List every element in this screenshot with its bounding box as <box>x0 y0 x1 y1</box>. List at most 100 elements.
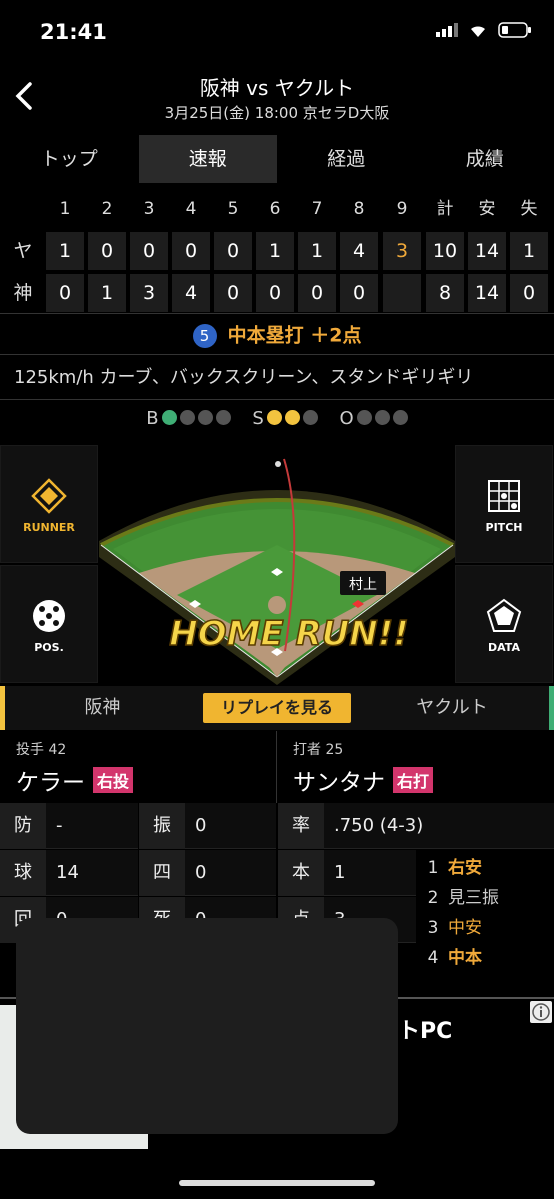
stat-key: 球 <box>0 850 46 896</box>
scoreboard-column-header: 4 <box>185 199 197 219</box>
stat-key: 率 <box>278 803 324 849</box>
score-cell: 14 <box>468 274 506 312</box>
score-cell: 1 <box>510 232 548 270</box>
ad-info-icon[interactable] <box>530 1001 552 1023</box>
pitch-grid-icon <box>488 480 520 512</box>
positions-button[interactable]: POS. <box>0 565 98 683</box>
home-indicator[interactable] <box>179 1180 375 1186</box>
score-cell: 0 <box>214 274 252 312</box>
scoreboard-column-header: 5 <box>227 199 239 219</box>
replay-button[interactable]: リプレイを見る <box>203 693 351 723</box>
score-cell: 4 <box>172 274 210 312</box>
batter-card[interactable]: 打者 25 サンタナ 右打 <box>277 731 554 803</box>
team-label: ヤ <box>13 240 33 262</box>
scoreboard-row-away: ヤ 1 0 0 0 0 1 1 4 3 10 14 1 <box>0 232 554 270</box>
runner-button[interactable]: RUNNER <box>0 445 98 563</box>
score-cell: 0 <box>298 274 336 312</box>
scoreboard-header: 1 2 3 4 5 6 7 8 9 計 安 失 <box>0 190 554 228</box>
scoreboard-column-header: 失 <box>520 199 538 219</box>
wifi-icon <box>471 25 485 37</box>
ball-count: B S O <box>0 408 554 436</box>
stat-value: 14 <box>46 850 138 896</box>
scoreboard-column-header: 6 <box>269 199 281 219</box>
score-cell: 0 <box>340 274 378 312</box>
matchup: 投手 42 ケラー 右投 打者 25 サンタナ 右打 <box>0 731 554 803</box>
scoreboard-column-header: 2 <box>101 199 113 219</box>
diamond-icon <box>31 478 67 514</box>
radar-chart-icon <box>486 598 522 632</box>
score-cell: 1 <box>256 232 294 270</box>
scoreboard-column-header: 1 <box>59 199 71 219</box>
strike-dot <box>284 410 300 425</box>
stat-value: .750 (4-3) <box>324 803 554 849</box>
data-button[interactable]: DATA <box>455 565 553 683</box>
play-text: 中本塁打 ＋2点 <box>227 324 362 347</box>
status-icons <box>436 22 532 38</box>
team-label: 神 <box>13 282 33 304</box>
home-team-tab[interactable]: 阪神 <box>0 686 205 730</box>
signal-icon <box>436 23 458 37</box>
score-cell: 0 <box>510 274 548 312</box>
scoreboard: 123456789計安失 ヤ 1 0 0 0 0 1 1 4 3 10 14 1 神 01340000… <box>0 190 554 316</box>
tab-top[interactable]: トップ <box>0 135 139 183</box>
away-team-tab[interactable]: ヤクルト <box>352 686 552 730</box>
game-header: 阪神 vs ヤクルト 3月25日(金) 18:00 京セラD大阪 <box>0 66 554 128</box>
at-bat-result: 4 中本 <box>427 948 482 968</box>
scoreboard-row-home: 神 0 1 3 4 0 0 0 0 8 14 0 <box>0 274 554 312</box>
strike-dot <box>302 410 318 425</box>
scoreboard-column-header: 計 <box>436 199 454 219</box>
score-cell: 1 <box>88 274 126 312</box>
score-cell: 0 <box>214 232 252 270</box>
stat-value: - <box>46 803 138 849</box>
strike-dot <box>266 410 282 425</box>
team-bar: 阪神 リプレイを見る ヤクルト <box>0 686 554 730</box>
ball-dot <box>215 410 231 425</box>
fielder-label: 村上 <box>349 577 377 593</box>
stat-value: 0 <box>185 850 276 896</box>
score-cell: 3 <box>130 274 168 312</box>
scoreboard-column-header: 7 <box>311 199 323 219</box>
inning-cells: 1 0 0 0 0 1 1 4 3 10 14 1 <box>46 232 554 270</box>
ballpark-diagram: 村上 HOME RUN!! <box>99 458 455 685</box>
score-cell: 10 <box>426 232 464 270</box>
batter-hand-badge: 右打 <box>393 767 434 793</box>
stat-key: 四 <box>139 850 185 896</box>
out-dot <box>356 410 372 425</box>
clock: 21:41 <box>40 20 107 44</box>
score-cell: 0 <box>172 232 210 270</box>
at-bat-result: 2 見三振 <box>427 888 499 908</box>
pitch-description: 125km/h カーブ、バックスクリーン、スタンドギリギリ <box>0 356 554 400</box>
scoreboard-column-header: 8 <box>353 199 365 219</box>
battery-icon <box>498 22 531 38</box>
pitcher-number: 42 <box>48 742 67 758</box>
score-cell: 0 <box>46 274 84 312</box>
score-cell: 0 <box>130 232 168 270</box>
tab-live[interactable]: 速報 <box>138 135 277 183</box>
status-bar: 21:41 <box>0 0 554 66</box>
tab-progress[interactable]: 経過 <box>277 135 416 183</box>
out-dot <box>392 410 408 425</box>
ball-dot <box>197 410 213 425</box>
scoreboard-columns: 1 2 3 4 5 6 7 8 9 計 安 失 <box>46 190 554 228</box>
at-bat-result: 1 右安 <box>427 858 482 878</box>
score-cell: 14 <box>468 232 506 270</box>
batter-order-badge: 5 <box>192 323 217 348</box>
pitcher-name: ケラー <box>16 770 85 796</box>
pitch-button[interactable]: PITCH <box>455 445 553 563</box>
pitcher-card[interactable]: 投手 42 ケラー 右投 <box>0 731 277 803</box>
strikes-label: S <box>252 408 264 429</box>
score-cell: 1 <box>46 232 84 270</box>
game-date-venue: 3月25日(金) 18:00 京セラD大阪 <box>164 104 390 122</box>
score-cell: 4 <box>340 232 378 270</box>
outs-label: O <box>339 408 354 429</box>
score-cell <box>383 274 421 312</box>
ball-dot <box>179 410 195 425</box>
stat-key: 防 <box>0 803 46 849</box>
tab-stats[interactable]: 成績 <box>416 135 554 183</box>
score-cell: 3 <box>383 232 421 270</box>
field-view: RUNNER POS. PITCH DATA 村上 HOME RUN!! <box>0 445 554 685</box>
stat-key: 本 <box>278 850 324 896</box>
score-cell: 0 <box>88 232 126 270</box>
balls-label: B <box>146 408 159 429</box>
batter-name: サンタナ <box>293 770 385 796</box>
